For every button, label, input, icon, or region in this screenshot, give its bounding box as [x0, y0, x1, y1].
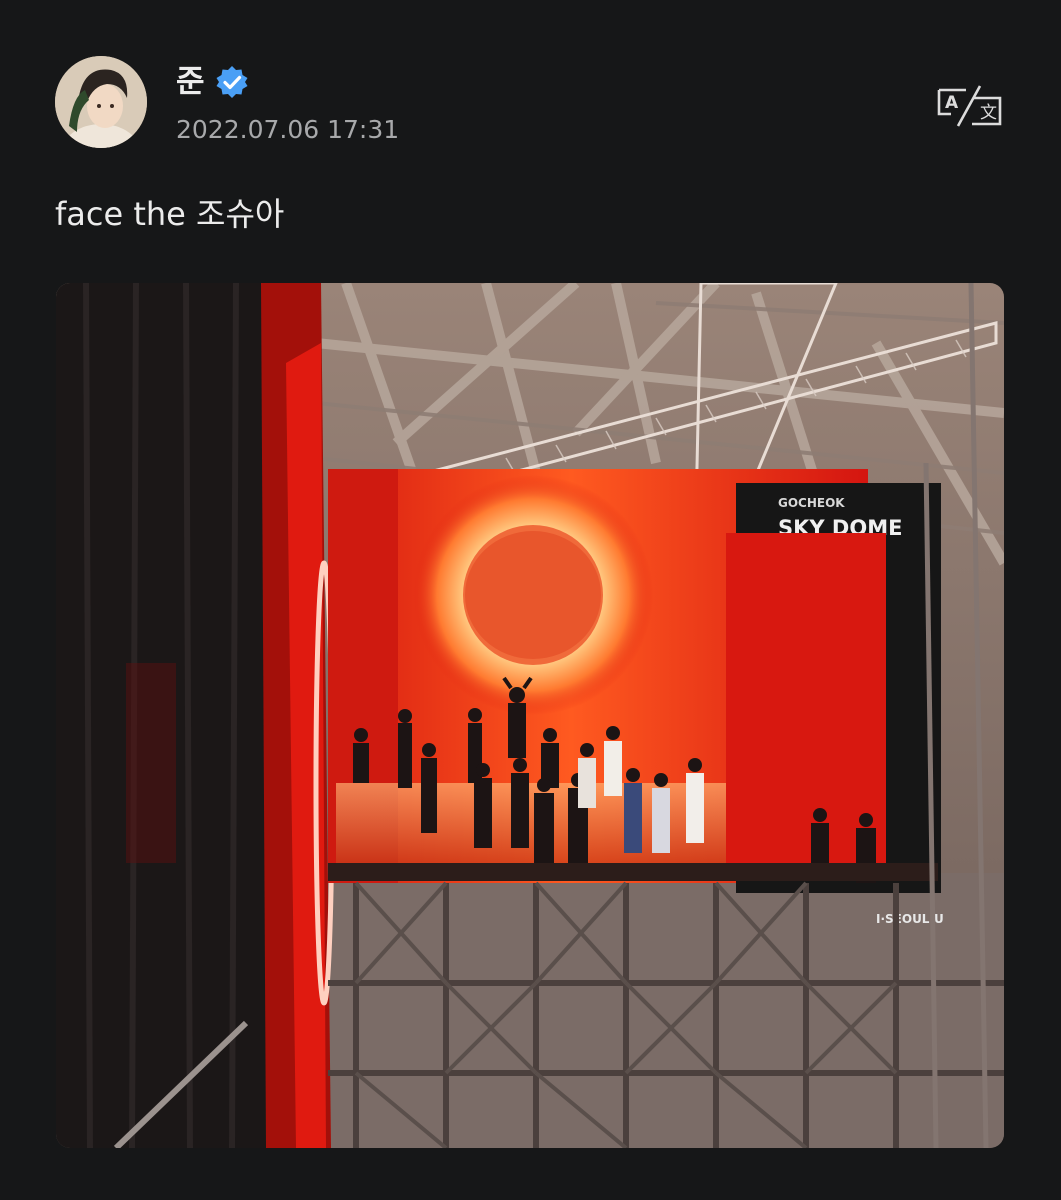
post-timestamp: 2022.07.06 17:31	[176, 115, 400, 144]
verified-badge-icon	[216, 66, 248, 98]
avatar-image	[55, 56, 147, 148]
svg-text:文: 文	[980, 103, 997, 123]
svg-text:A: A	[945, 93, 959, 113]
avatar[interactable]	[55, 56, 147, 148]
stage-platform	[328, 863, 938, 881]
post-photo[interactable]: GOCHEOK SKY DOME I·SEOUL·U	[56, 283, 1004, 1148]
author-row: 준	[176, 62, 249, 102]
author-name[interactable]: 준	[176, 62, 205, 102]
concert-stage-photo: GOCHEOK SKY DOME I·SEOUL·U	[56, 283, 1004, 1148]
post-text: face the 조슈아	[55, 195, 285, 233]
post-card: 준 2022.07.06 17:31 A 文 face the 조슈아 GOCH…	[0, 0, 1061, 1200]
venue-sign-line1: GOCHEOK	[778, 496, 845, 510]
translate-icon: A 文	[937, 85, 1002, 127]
translate-button[interactable]: A 文	[936, 84, 1004, 128]
